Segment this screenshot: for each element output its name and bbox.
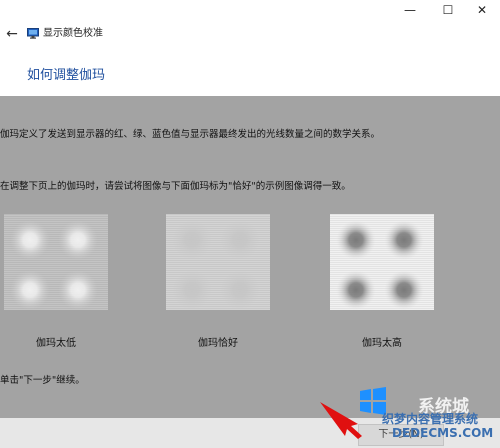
minimize-button[interactable]: —: [392, 0, 428, 20]
sample-spot: [172, 220, 212, 260]
sample-spot: [172, 270, 212, 310]
content-panel: 伽玛定义了发送到显示器的红、绿、蓝色值与显示器最终发出的光线数量之间的数学关系。…: [0, 96, 500, 418]
sample-spot: [384, 270, 424, 310]
gamma-sample-too-low: [4, 214, 108, 310]
nav-bar: ← 显示颜色校准: [0, 22, 500, 46]
sample-spot: [384, 220, 424, 260]
monitor-icon: [27, 28, 39, 39]
maximize-button[interactable]: ☐: [430, 0, 466, 20]
page-title: 如何调整伽玛: [27, 68, 106, 83]
app-title: 显示颜色校准: [43, 28, 103, 39]
continue-hint: 单击"下一步"继续。: [0, 375, 85, 386]
sample-spot: [220, 270, 260, 310]
minimize-icon: —: [404, 3, 416, 17]
maximize-icon: ☐: [442, 3, 454, 17]
watermark-line2: DEDECMS.COM: [392, 426, 494, 440]
gamma-sample-just-right: [166, 214, 270, 310]
title-bar: — ☐ ✕: [0, 0, 500, 20]
gamma-sample-label: 伽玛太低: [36, 338, 76, 349]
sample-spot: [58, 220, 98, 260]
gamma-sample-label: 伽玛太高: [362, 338, 402, 349]
close-icon: ✕: [476, 3, 488, 17]
back-arrow-icon: ←: [6, 26, 18, 42]
sample-spot: [10, 220, 50, 260]
close-button[interactable]: ✕: [464, 0, 500, 20]
gamma-description: 伽玛定义了发送到显示器的红、绿、蓝色值与显示器最终发出的光线数量之间的数学关系。: [0, 129, 381, 140]
sample-spot: [220, 220, 260, 260]
back-button[interactable]: ←: [4, 24, 20, 44]
gamma-sample-too-high: [330, 214, 434, 310]
gamma-instruction: 在调整下页上的伽玛时，请尝试将图像与下面伽玛标为"恰好"的示例图像调得一致。: [0, 181, 351, 192]
watermark-line1: 织梦内容管理系统: [382, 412, 479, 426]
sample-spot: [58, 270, 98, 310]
sample-spot: [10, 270, 50, 310]
sample-spot: [336, 220, 376, 260]
gamma-sample-label: 伽玛恰好: [198, 338, 238, 349]
sample-spot: [336, 270, 376, 310]
